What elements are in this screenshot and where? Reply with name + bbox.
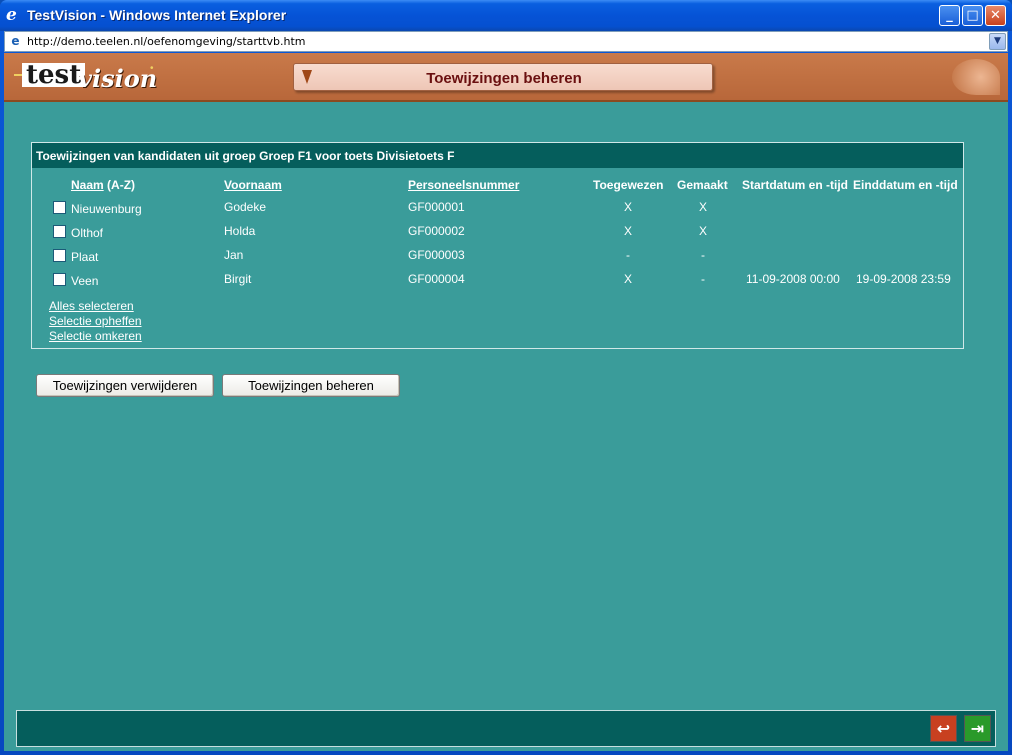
cell-gemaakt: - — [701, 248, 705, 262]
cell-naam: Olthof — [71, 226, 104, 240]
table-row: Veen Birgit GF000004 X - 11-09-2008 00:0… — [32, 270, 963, 294]
back-icon[interactable]: ↩ — [930, 715, 957, 742]
cell-voornaam: Holda — [224, 224, 256, 238]
cell-voornaam: Godeke — [224, 200, 267, 214]
row-checkbox[interactable] — [53, 249, 66, 262]
row-checkbox[interactable] — [53, 273, 66, 286]
sort-by-voornaam-link[interactable]: Voornaam — [224, 178, 282, 192]
window-title: TestVision - Windows Internet Explorer — [27, 7, 287, 23]
cell-toegewezen: X — [623, 224, 632, 238]
title-bar[interactable]: e TestVision - Windows Internet Explorer… — [0, 0, 1012, 31]
page-content: test vision • Toewijzingen beheren Toewi… — [4, 53, 1008, 751]
close-button[interactable]: ✕ — [985, 5, 1006, 26]
invert-selection-link[interactable]: Selectie omkeren — [49, 329, 142, 343]
assignments-panel: Toewijzingen van kandidaten uit groep Gr… — [31, 142, 964, 349]
internet-explorer-icon: e — [6, 5, 17, 25]
table-row: Olthof Holda GF000002 X X — [32, 222, 963, 246]
row-checkbox[interactable] — [53, 201, 66, 214]
row-checkbox[interactable] — [53, 225, 66, 238]
col-eind-header: Einddatum en -tijd — [853, 178, 958, 192]
page-title: Toewijzingen beheren — [426, 70, 582, 87]
address-bar[interactable]: e http://demo.teelen.nl/oefenomgeving/st… — [4, 31, 1008, 52]
select-all-link[interactable]: Alles selecteren — [49, 299, 134, 313]
cell-nummer: GF000002 — [408, 224, 465, 238]
col-start-header: Startdatum en -tijd — [742, 178, 849, 192]
cell-eind: 19-09-2008 23:59 — [856, 272, 951, 286]
panel-heading: Toewijzingen van kandidaten uit groep Gr… — [32, 143, 963, 168]
cell-start: 11-09-2008 00:00 — [746, 272, 840, 286]
cell-nummer: GF000004 — [408, 272, 465, 286]
address-dropdown-button[interactable]: ▼ — [989, 33, 1006, 50]
col-toegewezen-header: Toegewezen — [593, 178, 664, 192]
page-title-box: Toewijzingen beheren — [293, 63, 713, 91]
browser-window: e TestVision - Windows Internet Explorer… — [0, 0, 1012, 755]
address-url[interactable]: http://demo.teelen.nl/oefenomgeving/star… — [27, 35, 306, 48]
cell-voornaam: Jan — [224, 248, 244, 262]
table-row: Nieuwenburg Godeke GF000001 X X — [32, 198, 963, 222]
cell-naam: Nieuwenburg — [71, 202, 142, 216]
logo-dot: • — [150, 63, 154, 74]
cell-naam: Veen — [71, 274, 99, 288]
naam-sort-indicator: (A-Z) — [107, 178, 136, 192]
minimize-button[interactable]: _ — [939, 5, 960, 26]
cell-toegewezen: X — [623, 272, 632, 286]
manage-assignments-button[interactable]: Toewijzingen beheren — [222, 374, 400, 397]
cell-gemaakt: - — [701, 272, 705, 286]
cell-naam: Plaat — [71, 250, 99, 264]
remove-assignments-button[interactable]: Toewijzingen verwijderen — [36, 374, 214, 397]
col-gemaakt-header: Gemaakt — [677, 178, 728, 192]
logo-vision-text: vision — [78, 64, 158, 93]
cell-nummer: GF000001 — [408, 200, 465, 214]
maximize-button[interactable]: □ — [962, 5, 983, 26]
table-row: Plaat Jan GF000003 - - — [32, 246, 963, 270]
sort-by-naam-link[interactable]: Naam — [71, 178, 104, 192]
logo-test-text: test — [22, 62, 86, 88]
cell-nummer: GF000003 — [408, 248, 465, 262]
exit-icon[interactable]: ⇥ — [964, 715, 991, 742]
sort-by-personeelsnummer-link[interactable]: Personeelsnummer — [408, 178, 519, 192]
col-naam-header: Naam (A-Z) — [71, 178, 135, 192]
cell-voornaam: Birgit — [224, 272, 252, 286]
cell-toegewezen: X — [623, 200, 632, 214]
app-header: test vision • Toewijzingen beheren — [4, 53, 1008, 102]
page-icon: e — [11, 34, 20, 48]
footer-bar: ↩ ⇥ — [16, 710, 996, 747]
header-decoration-icon — [952, 59, 1000, 95]
cell-toegewezen: - — [626, 248, 630, 262]
clear-selection-link[interactable]: Selectie opheffen — [49, 314, 142, 328]
cell-gemaakt: X — [698, 224, 707, 238]
cell-gemaakt: X — [698, 200, 707, 214]
